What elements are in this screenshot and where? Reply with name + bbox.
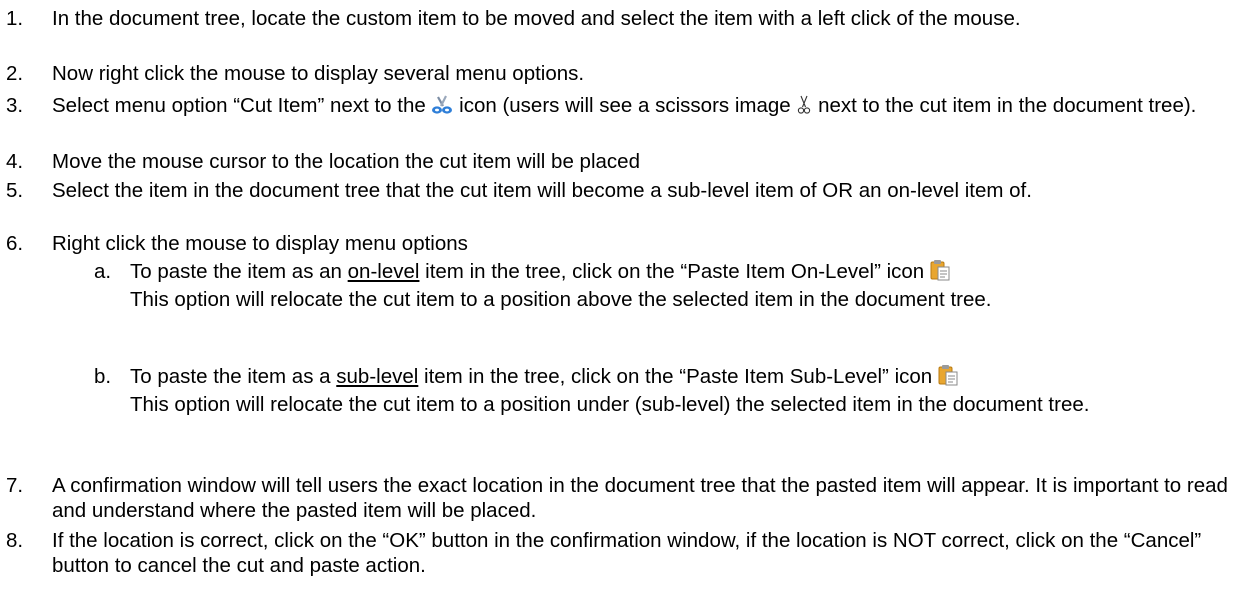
instruction-document: 1. In the document tree, locate the cust…	[0, 0, 1242, 610]
substep-b-explanation: This option will relocate the cut item t…	[130, 393, 1090, 416]
step-8: 8. If the location is correct, click on …	[6, 528, 1234, 578]
step-3-text-b: icon (users will see a scissors image	[453, 94, 797, 117]
scissors-outline-icon	[796, 95, 812, 121]
substep-text: To paste the item as a sub-level item in…	[130, 364, 1234, 417]
step-text: If the location is correct, click on the…	[52, 529, 1202, 577]
substep-letter: b.	[94, 365, 112, 388]
on-level-term: on-level	[347, 260, 420, 283]
step-4: 4. Move the mouse cursor to the location…	[6, 149, 1234, 174]
step-1: 1. In the document tree, locate the cust…	[6, 6, 1234, 31]
step-number: 1.	[6, 7, 24, 30]
step-text: In the document tree, locate the custom …	[52, 7, 1021, 30]
step-text: Right click the mouse to display menu op…	[52, 232, 468, 255]
substep-b-text-a: To paste the item as a	[130, 365, 337, 388]
step-text: A confirmation window will tell users th…	[52, 474, 1228, 522]
step-3-text-a: Select menu option “Cut Item” next to th…	[52, 94, 432, 117]
step-number: 8.	[6, 529, 24, 552]
substep-b: b. To paste the item as a sub-level item…	[94, 364, 1234, 417]
substep-a-text-a: To paste the item as an	[130, 260, 348, 283]
step-text: Select the item in the document tree tha…	[52, 179, 1032, 202]
paste-clipboard-icon	[930, 259, 950, 287]
substep-letter: a.	[94, 260, 112, 283]
substep-a-text-b: item in the tree, click on the “Paste It…	[419, 260, 925, 283]
paste-clipboard-icon	[938, 364, 958, 392]
substep-text: To paste the item as an on-level item in…	[130, 259, 1234, 312]
scissors-blue-icon	[431, 95, 453, 121]
step-text: Move the mouse cursor to the location th…	[52, 150, 640, 173]
step-7: 7. A confirmation window will tell users…	[6, 473, 1234, 523]
substep-b-text-b: item in the tree, click on the “Paste It…	[418, 365, 933, 388]
step-3: 3. Select menu option “Cut Item” next to…	[6, 93, 1234, 121]
step-5: 5. Select the item in the document tree …	[6, 178, 1234, 203]
step-6: 6. Right click the mouse to display menu…	[6, 231, 1234, 256]
sub-level-term: sub-level	[336, 365, 419, 388]
step-number: 5.	[6, 179, 24, 202]
step-2: 2. Now right click the mouse to display …	[6, 61, 1234, 86]
step-text: Select menu option “Cut Item” next to th…	[52, 93, 1234, 121]
step-number: 4.	[6, 150, 24, 173]
step-text: Now right click the mouse to display sev…	[52, 62, 585, 85]
step-number: 6.	[6, 232, 24, 255]
substep-a-explanation: This option will relocate the cut item t…	[130, 288, 992, 311]
step-number: 2.	[6, 62, 24, 85]
step-3-text-c: next to the cut item in the document tre…	[812, 94, 1197, 117]
step-number: 7.	[6, 474, 24, 497]
substep-a: a. To paste the item as an on-level item…	[94, 259, 1234, 312]
step-number: 3.	[6, 94, 24, 117]
